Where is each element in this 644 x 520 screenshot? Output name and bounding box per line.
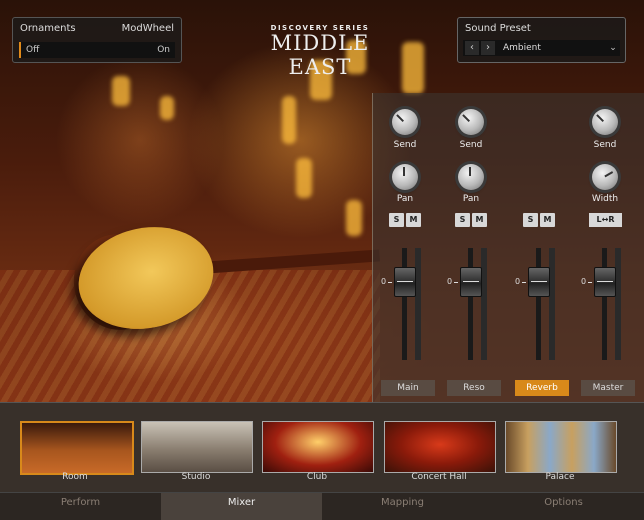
bokeh-light bbox=[160, 96, 174, 120]
channel-name-reverb[interactable]: Reverb bbox=[515, 380, 569, 396]
bokeh-light bbox=[346, 200, 362, 236]
ornaments-state: Off bbox=[26, 45, 40, 55]
fader-zero-label: 0 bbox=[581, 277, 587, 286]
room-thumbnail-room[interactable] bbox=[20, 421, 134, 475]
chevron-left-icon[interactable]: ‹ bbox=[465, 41, 479, 55]
fader-track bbox=[602, 248, 607, 360]
stereo-swap-button[interactable]: L↔R bbox=[589, 213, 622, 227]
product-logo: DISCOVERY SERIES MIDDLE EAST bbox=[236, 24, 404, 79]
solo-button[interactable]: S bbox=[455, 213, 470, 227]
room-label: Room bbox=[62, 472, 88, 482]
pan-knob[interactable] bbox=[458, 164, 484, 190]
mute-button[interactable]: M bbox=[472, 213, 487, 227]
instrument-window: Ornaments ModWheel Off On DISCOVERY SERI… bbox=[0, 0, 644, 520]
pan-label: Pan bbox=[396, 194, 414, 204]
room-thumbnail-palace[interactable] bbox=[505, 421, 617, 473]
fader-track bbox=[402, 248, 407, 360]
send-knob[interactable] bbox=[392, 109, 418, 135]
solo-button[interactable]: S bbox=[523, 213, 538, 227]
ornaments-controller: ModWheel bbox=[121, 23, 174, 34]
room-label: Concert Hall bbox=[411, 472, 467, 482]
width-knob[interactable] bbox=[592, 164, 618, 190]
sound-preset-value[interactable]: Ambient bbox=[503, 43, 606, 53]
sound-preset-selector[interactable]: ‹ › Ambient ⌄ bbox=[463, 40, 620, 56]
volume-fader[interactable] bbox=[394, 267, 416, 297]
send-knob[interactable] bbox=[592, 109, 618, 135]
tab-mixer[interactable]: Mixer bbox=[161, 492, 322, 520]
fader-zero-label: 0 bbox=[447, 277, 453, 286]
width-label: Width bbox=[591, 194, 619, 204]
room-label: Club bbox=[306, 472, 328, 482]
send-label: Send bbox=[593, 140, 617, 150]
room-thumbnail-studio[interactable] bbox=[141, 421, 253, 473]
channel-name-main[interactable]: Main bbox=[381, 380, 435, 396]
ornaments-panel: Ornaments ModWheel Off On bbox=[12, 17, 182, 63]
fader-track bbox=[536, 248, 541, 360]
ornaments-label: Ornaments bbox=[20, 23, 76, 34]
volume-fader[interactable] bbox=[460, 267, 482, 297]
room-thumbnail-concert-hall[interactable] bbox=[384, 421, 496, 473]
fader-zero-tick bbox=[522, 282, 526, 283]
bokeh-light bbox=[282, 96, 296, 144]
level-meter bbox=[481, 248, 487, 360]
sound-preset-panel: Sound Preset ‹ › Ambient ⌄ bbox=[457, 17, 626, 63]
level-meter bbox=[615, 248, 621, 360]
level-meter bbox=[549, 248, 555, 360]
bokeh-light bbox=[402, 42, 424, 94]
pan-knob[interactable] bbox=[392, 164, 418, 190]
fader-zero-tick bbox=[588, 282, 592, 283]
volume-fader[interactable] bbox=[528, 267, 550, 297]
pan-label: Pan bbox=[462, 194, 480, 204]
solo-button[interactable]: S bbox=[389, 213, 404, 227]
send-knob[interactable] bbox=[458, 109, 484, 135]
send-label: Send bbox=[459, 140, 483, 150]
room-thumbnail-club[interactable] bbox=[262, 421, 374, 473]
level-meter bbox=[415, 248, 421, 360]
channel-name-reso[interactable]: Reso bbox=[447, 380, 501, 396]
tab-mapping[interactable]: Mapping bbox=[322, 492, 483, 520]
fader-track bbox=[468, 248, 473, 360]
mixer-panel: Send Pan S M 0 Main Send Pan S M 0 Reso … bbox=[372, 93, 644, 402]
room-label: Studio bbox=[181, 472, 211, 482]
ornaments-toggle[interactable]: Off On bbox=[19, 42, 175, 58]
room-label: Palace bbox=[545, 472, 575, 482]
bokeh-light bbox=[112, 76, 130, 106]
tab-options[interactable]: Options bbox=[483, 492, 644, 520]
channel-strip-reverb: S M 0 Reverb bbox=[509, 93, 569, 402]
volume-fader[interactable] bbox=[594, 267, 616, 297]
fader-zero-tick bbox=[388, 282, 392, 283]
fader-zero-label: 0 bbox=[381, 277, 387, 286]
fader-zero-tick bbox=[454, 282, 458, 283]
channel-name-master[interactable]: Master bbox=[581, 380, 635, 396]
send-label: Send bbox=[393, 140, 417, 150]
channel-strip-master: Send Width L↔R 0 Master bbox=[575, 93, 635, 402]
page-tabs: Perform Mixer Mapping Options bbox=[0, 492, 644, 520]
chevron-right-icon[interactable]: › bbox=[481, 41, 495, 55]
logo-title: MIDDLE EAST bbox=[270, 31, 370, 79]
sound-preset-label: Sound Preset bbox=[465, 23, 531, 34]
room-selector: Room Studio Club Concert Hall Palace bbox=[0, 402, 644, 493]
bokeh-light bbox=[296, 158, 312, 198]
tab-perform[interactable]: Perform bbox=[0, 492, 161, 520]
mute-button[interactable]: M bbox=[540, 213, 555, 227]
channel-strip-main: Send Pan S M 0 Main bbox=[375, 93, 435, 402]
ornaments-controller-state: On bbox=[157, 45, 170, 55]
channel-strip-reso: Send Pan S M 0 Reso bbox=[441, 93, 501, 402]
chevron-down-icon[interactable]: ⌄ bbox=[606, 43, 620, 53]
mute-button[interactable]: M bbox=[406, 213, 421, 227]
fader-zero-label: 0 bbox=[515, 277, 521, 286]
